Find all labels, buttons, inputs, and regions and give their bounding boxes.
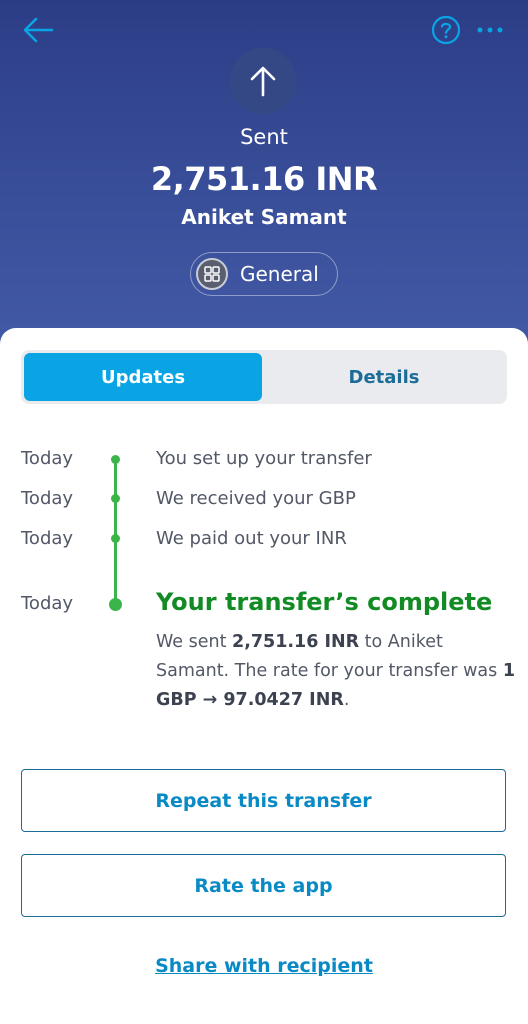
category-label: General bbox=[240, 262, 319, 286]
completion-description: We sent 2,751.16 INR to Aniket Samant. T… bbox=[156, 628, 516, 715]
timeline-date: Today bbox=[21, 528, 74, 549]
transfer-complete-title: Your transfer’s complete bbox=[156, 588, 493, 616]
tab-details[interactable]: Details bbox=[264, 353, 504, 401]
timeline-dot bbox=[111, 494, 120, 503]
timeline-date: Today bbox=[21, 448, 74, 469]
desc-text: We sent bbox=[156, 632, 233, 652]
timeline-text: We received your GBP bbox=[156, 488, 356, 509]
more-options-icon[interactable] bbox=[474, 14, 506, 46]
recipient-name: Aniket Samant bbox=[181, 205, 347, 229]
timeline-date: Today bbox=[21, 593, 74, 614]
category-grid-icon bbox=[196, 258, 228, 290]
back-arrow-icon[interactable] bbox=[18, 12, 58, 48]
desc-amount: 2,751.16 INR bbox=[232, 632, 360, 652]
timeline-date: Today bbox=[21, 488, 74, 509]
transfer-amount: 2,751.16 INR bbox=[150, 160, 378, 198]
timeline-dot-final bbox=[109, 598, 122, 611]
rate-app-button[interactable]: Rate the app bbox=[21, 854, 506, 917]
timeline-text: We paid out your INR bbox=[156, 528, 347, 549]
share-with-recipient-link[interactable]: Share with recipient bbox=[0, 955, 528, 977]
tab-bar: Updates Details bbox=[21, 350, 507, 404]
timeline-text: You set up your transfer bbox=[156, 448, 372, 469]
desc-text: . bbox=[343, 690, 350, 710]
category-chip[interactable]: General bbox=[190, 252, 338, 296]
sent-arrow-icon bbox=[230, 48, 296, 114]
timeline-dot bbox=[111, 534, 120, 543]
help-icon[interactable] bbox=[430, 14, 462, 46]
status-label: Sent bbox=[240, 125, 288, 149]
tab-updates[interactable]: Updates bbox=[24, 353, 262, 401]
repeat-transfer-button[interactable]: Repeat this transfer bbox=[21, 769, 506, 832]
timeline-dot bbox=[111, 455, 120, 464]
timeline-line bbox=[114, 459, 117, 604]
